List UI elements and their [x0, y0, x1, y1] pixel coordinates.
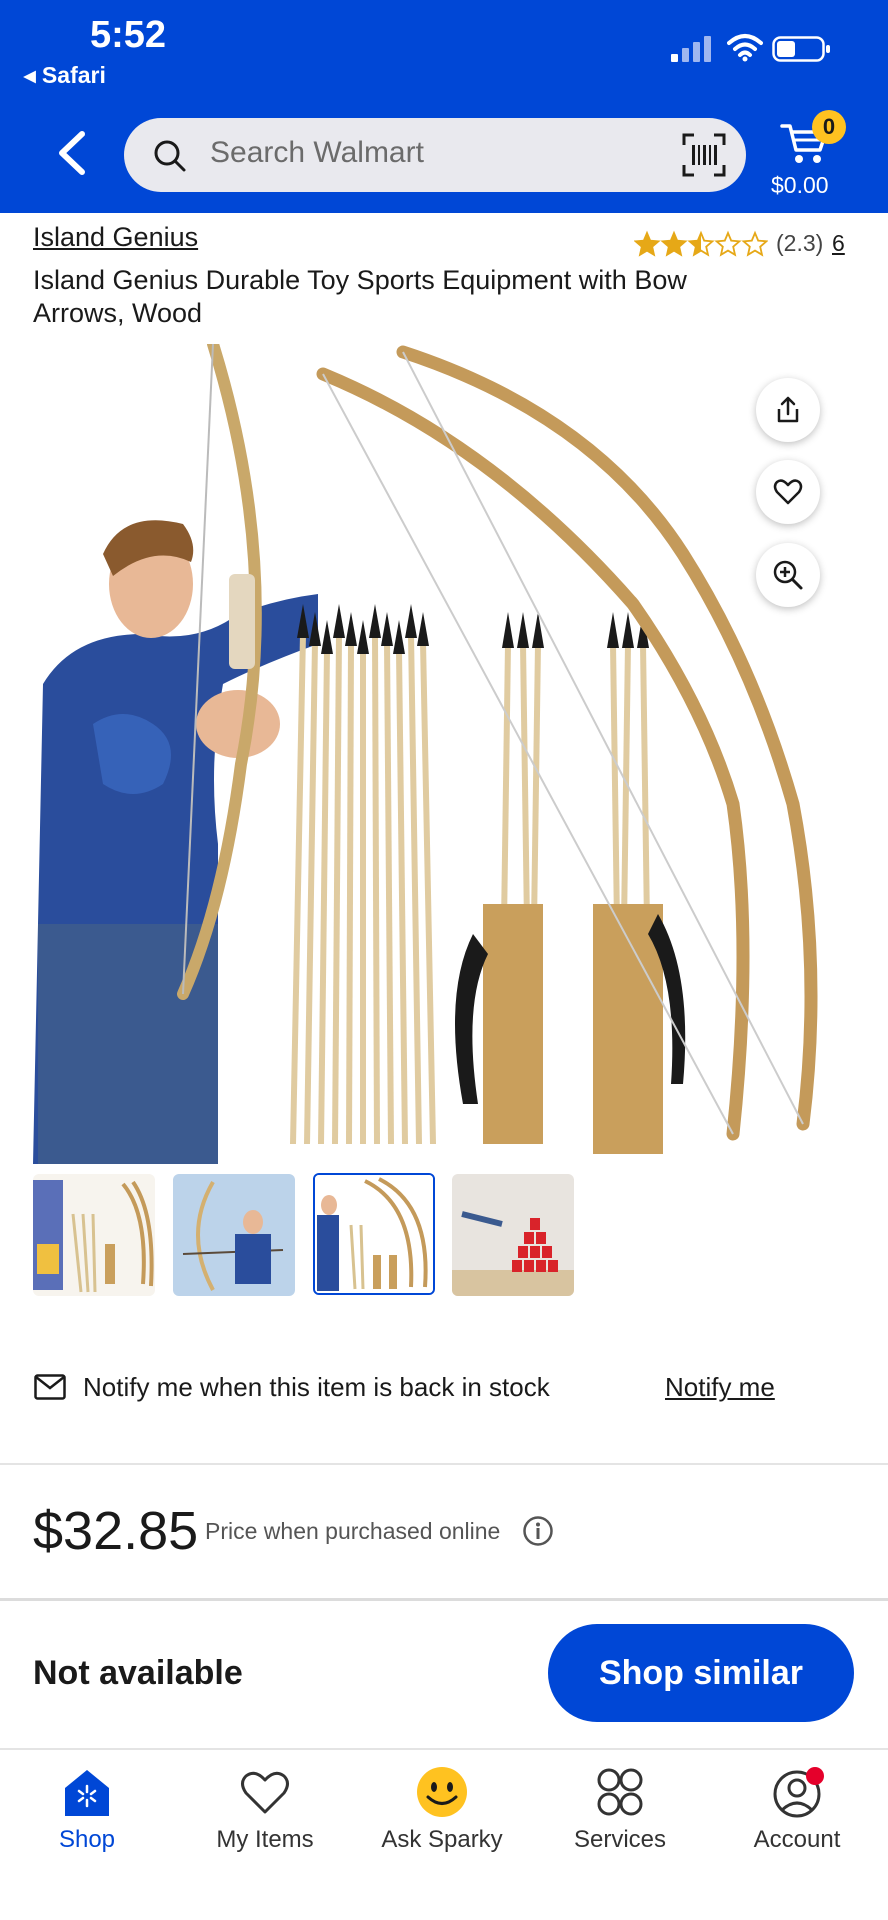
brand-link[interactable]: Island Genius — [33, 222, 198, 253]
thumbnail-2[interactable] — [173, 1174, 295, 1296]
status-time: 5:52 — [90, 14, 167, 56]
barcode-scan-icon[interactable] — [682, 133, 726, 177]
back-to-safari-link[interactable]: ◂ Safari — [24, 62, 106, 89]
share-button[interactable] — [756, 378, 820, 442]
favorite-button[interactable] — [756, 460, 820, 524]
rating-value: (2.3) — [776, 230, 824, 256]
shop-home-icon — [65, 1770, 109, 1816]
nav-account-label: Account — [753, 1826, 841, 1853]
services-grid-icon — [597, 1768, 643, 1816]
notify-message: Notify me when this item is back in stoc… — [83, 1372, 550, 1402]
rating-star — [714, 230, 742, 257]
shop-similar-button[interactable]: Shop similar — [548, 1624, 854, 1722]
price-note: Price when purchased online — [205, 1518, 501, 1544]
arrow-shaft — [372, 633, 380, 1145]
wifi-icon — [727, 34, 763, 62]
thumbnail-image — [315, 1175, 433, 1293]
heart-icon — [241, 1771, 289, 1814]
rating-star — [634, 230, 661, 257]
divider — [0, 1748, 888, 1750]
thumbnail-1[interactable] — [33, 1174, 155, 1296]
rating-star — [660, 230, 688, 257]
review-count-link[interactable]: 6 — [832, 230, 845, 257]
arrow-shaft — [640, 643, 650, 925]
zoom-button[interactable] — [756, 543, 820, 607]
mail-icon — [34, 1374, 66, 1400]
arrow-shaft — [346, 641, 354, 1145]
rating-star — [687, 230, 715, 257]
nav-services[interactable]: Services — [535, 1766, 705, 1876]
nav-services-label: Services — [573, 1826, 667, 1853]
arrow-shaft — [501, 643, 511, 925]
divider — [0, 1463, 888, 1465]
nav-shop-label: Shop — [58, 1826, 116, 1853]
divider — [0, 1598, 888, 1601]
nav-account[interactable]: Account — [712, 1766, 882, 1876]
cart-count-badge: 0 — [812, 110, 846, 144]
account-avatar-icon — [773, 1767, 824, 1818]
sparky-smiley-icon — [417, 1767, 467, 1817]
rating-star — [741, 230, 768, 257]
nav-ask-sparky-label: Ask Sparky — [381, 1826, 503, 1853]
nav-ask-sparky[interactable]: Ask Sparky — [357, 1766, 527, 1876]
battery-icon — [772, 36, 830, 62]
share-icon — [777, 396, 799, 423]
arrow-shaft — [384, 641, 394, 1145]
thumbnail-image — [173, 1174, 295, 1296]
arrow-shaft — [531, 643, 541, 925]
zoom-in-icon — [773, 560, 803, 590]
thumbnail-image — [33, 1174, 155, 1296]
nav-my-items-label: My Items — [216, 1826, 314, 1853]
product-title: Island Genius Durable Toy Sports Equipme… — [33, 265, 687, 328]
search-icon — [154, 140, 186, 172]
notify-me-link[interactable]: Notify me — [665, 1372, 775, 1403]
info-icon[interactable] — [522, 1515, 554, 1547]
nav-my-items[interactable]: My Items — [180, 1766, 350, 1876]
arrow-shaft — [520, 643, 530, 925]
cellular-signal-icon — [671, 36, 711, 62]
heart-icon — [773, 479, 803, 505]
thumbnail-3-selected[interactable] — [313, 1173, 435, 1295]
thumbnail-image — [452, 1174, 574, 1296]
product-main-image[interactable] — [33, 344, 855, 1164]
back-chevron-icon[interactable] — [54, 130, 88, 176]
cart-total: $0.00 — [771, 172, 829, 198]
arrow-shaft — [610, 643, 620, 925]
price: $32.85 — [33, 1501, 199, 1561]
arrow-shaft — [332, 633, 342, 1145]
rating-stars[interactable] — [634, 230, 768, 258]
thumbnail-4[interactable] — [452, 1174, 574, 1296]
availability-status: Not available — [33, 1654, 243, 1692]
search-placeholder: Search Walmart — [210, 136, 424, 169]
nav-shop[interactable]: Shop — [2, 1766, 172, 1876]
